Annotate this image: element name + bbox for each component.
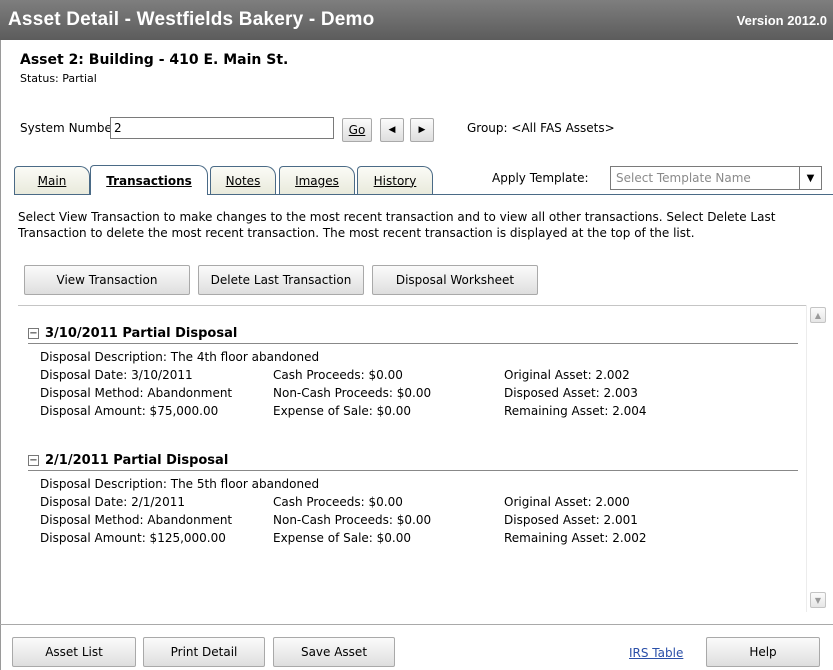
delete-last-transaction-button[interactable]: Delete Last Transaction xyxy=(198,265,364,295)
disposal-description: Disposal Description: The 5th floor aban… xyxy=(40,477,320,491)
disposal-amount: Disposal Amount: $125,000.00 xyxy=(40,531,226,545)
disposal-date: Disposal Date: 3/10/2011 xyxy=(40,368,193,382)
system-number-input[interactable] xyxy=(110,117,334,139)
remaining-asset: Remaining Asset: 2.004 xyxy=(504,404,647,418)
expense-of-sale: Expense of Sale: $0.00 xyxy=(273,404,412,418)
print-detail-button[interactable]: Print Detail xyxy=(143,637,265,667)
go-button[interactable]: Go xyxy=(342,118,372,142)
remaining-asset: Remaining Asset: 2.002 xyxy=(504,531,647,545)
non-cash-proceeds: Non-Cash Proceeds: $0.00 xyxy=(273,386,432,400)
disposal-method: Disposal Method: Abandonment xyxy=(40,513,233,527)
transaction-group: − 2/1/2011 Partial Disposal Disposal Des… xyxy=(28,451,798,545)
group-label: Group: <All FAS Assets> xyxy=(467,121,615,135)
asset-title: Asset 2: Building - 410 E. Main St. xyxy=(20,52,289,68)
chevron-down-icon[interactable]: ▼ xyxy=(799,167,821,189)
cash-proceeds: Cash Proceeds: $0.00 xyxy=(273,495,403,509)
footer-divider xyxy=(0,624,833,625)
original-asset: Original Asset: 2.000 xyxy=(504,495,630,509)
tab-transactions[interactable]: Transactions xyxy=(90,165,208,195)
original-asset: Original Asset: 2.002 xyxy=(504,368,630,382)
collapse-icon[interactable]: − xyxy=(28,455,39,466)
instructions-text: Select View Transaction to make changes … xyxy=(18,210,776,240)
next-asset-button[interactable]: ▶ xyxy=(410,118,434,142)
disposal-method: Disposal Method: Abandonment xyxy=(40,386,233,400)
transaction-title: 2/1/2011 Partial Disposal xyxy=(45,453,229,468)
arrow-left-icon: ◀ xyxy=(388,125,396,135)
asset-list-button[interactable]: Asset List xyxy=(12,637,136,667)
tab-notes[interactable]: Notes xyxy=(210,166,276,194)
transactions-panel: − 3/10/2011 Partial Disposal Disposal De… xyxy=(18,305,806,610)
tab-images[interactable]: Images xyxy=(279,166,355,194)
chevron-down-icon[interactable]: ▼ xyxy=(810,592,826,608)
previous-asset-button[interactable]: ◀ xyxy=(380,118,404,142)
cash-proceeds: Cash Proceeds: $0.00 xyxy=(273,368,403,382)
vertical-scrollbar[interactable]: ▲ ▼ xyxy=(806,305,828,612)
template-placeholder: Select Template Name xyxy=(616,171,751,185)
system-number-label: System Number: xyxy=(20,121,121,135)
view-transaction-button[interactable]: View Transaction xyxy=(24,265,190,295)
disposed-asset: Disposed Asset: 2.001 xyxy=(504,513,638,527)
help-button[interactable]: Help xyxy=(706,637,820,667)
irs-table-link[interactable]: IRS Table xyxy=(629,646,683,660)
disposal-worksheet-button[interactable]: Disposal Worksheet xyxy=(372,265,538,295)
expense-of-sale: Expense of Sale: $0.00 xyxy=(273,531,412,545)
title-bar: Asset Detail - Westfields Bakery - Demo … xyxy=(0,0,833,40)
arrow-right-icon: ▶ xyxy=(418,125,426,135)
transaction-title: 3/10/2011 Partial Disposal xyxy=(45,326,238,341)
transaction-group: − 3/10/2011 Partial Disposal Disposal De… xyxy=(28,324,798,418)
save-asset-button[interactable]: Save Asset xyxy=(273,637,395,667)
version-label: Version 2012.0 xyxy=(736,12,827,28)
disposal-date: Disposal Date: 2/1/2011 xyxy=(40,495,185,509)
transaction-heading[interactable]: − 3/10/2011 Partial Disposal xyxy=(28,324,798,344)
disposal-description: Disposal Description: The 4th floor aban… xyxy=(40,350,320,364)
window-title: Asset Detail - Westfields Bakery - Demo xyxy=(8,9,375,30)
chevron-up-icon[interactable]: ▲ xyxy=(810,307,826,323)
asset-status: Status: Partial xyxy=(20,72,97,85)
disposed-asset: Disposed Asset: 2.003 xyxy=(504,386,638,400)
tab-history[interactable]: History xyxy=(357,166,433,194)
template-select[interactable]: Select Template Name ▼ xyxy=(610,166,822,190)
disposal-amount: Disposal Amount: $75,000.00 xyxy=(40,404,219,418)
transaction-heading[interactable]: − 2/1/2011 Partial Disposal xyxy=(28,451,798,471)
collapse-icon[interactable]: − xyxy=(28,328,39,339)
non-cash-proceeds: Non-Cash Proceeds: $0.00 xyxy=(273,513,432,527)
apply-template-label: Apply Template: xyxy=(492,171,589,185)
tab-main[interactable]: Main xyxy=(14,166,90,194)
